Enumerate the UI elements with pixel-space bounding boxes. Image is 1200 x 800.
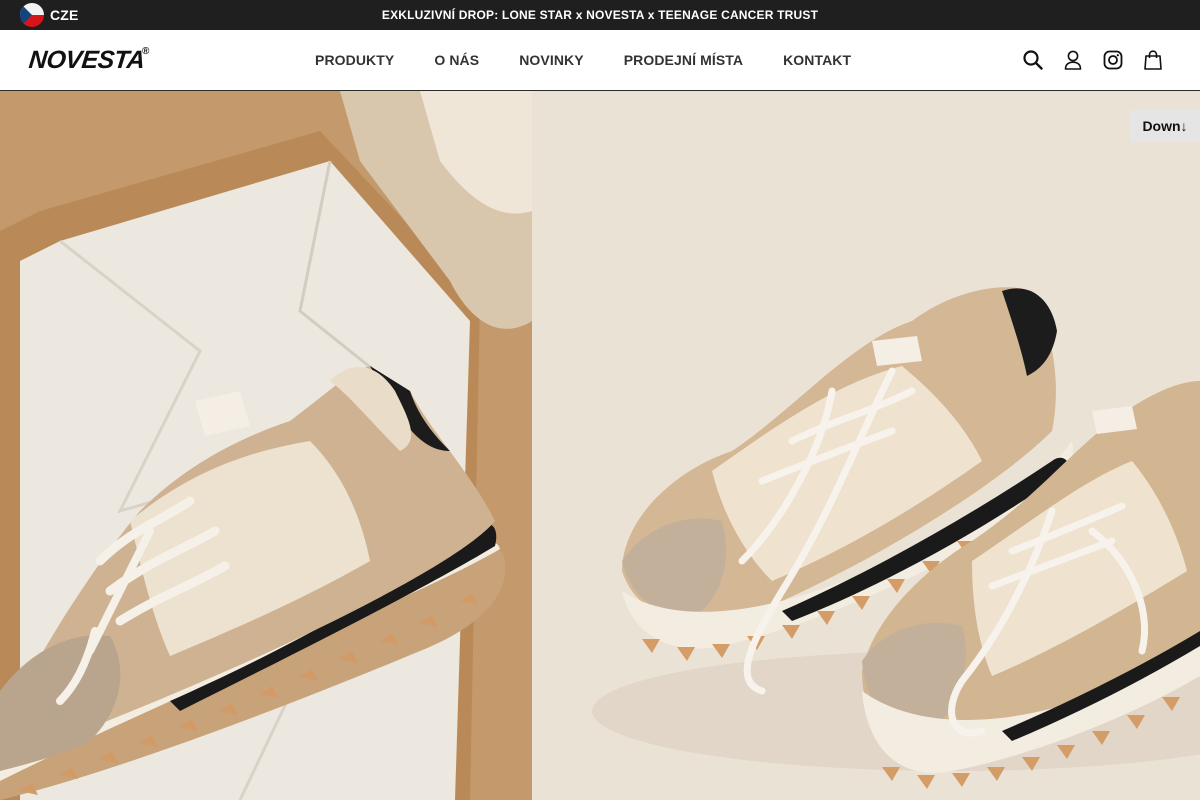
nav-item-prodejni-mista[interactable]: PRODEJNÍ MÍSTA [624,52,743,68]
main-navigation: PRODUKTY O NÁS NOVINKY PRODEJNÍ MÍSTA KO… [315,30,851,90]
search-button[interactable] [1022,49,1044,71]
logo-text: NOVESTA [27,46,146,74]
nav-item-novinky[interactable]: NOVINKY [519,52,584,68]
announcement-text-wrapper: EXKLUZIVNÍ DROP: LONE STAR x NOVESTA x T… [0,0,1200,30]
account-button[interactable] [1062,49,1084,71]
instagram-icon [1103,50,1123,70]
logo-registered-mark: ® [142,46,150,57]
novesta-logo[interactable]: NOVESTA ® [27,46,153,74]
hero-banner: Down↓ [0,91,1200,800]
czech-flag-icon [20,3,44,27]
user-icon [1064,50,1082,70]
nav-item-o-nas[interactable]: O NÁS [434,52,479,68]
hero-image-sneaker-pair [532,91,1200,800]
announcement-link[interactable]: EXKLUZIVNÍ DROP: LONE STAR x NOVESTA x T… [382,8,818,22]
instagram-button[interactable] [1102,49,1124,71]
search-icon [1023,50,1043,70]
nav-item-produkty[interactable]: PRODUKTY [315,52,394,68]
header-icons [1022,30,1164,90]
language-selector[interactable]: CZE [20,3,79,27]
shopping-bag-icon [1144,50,1162,70]
hero-image-sneaker-in-box [0,91,532,800]
cart-button[interactable] [1142,49,1164,71]
announcement-bar: CZE EXKLUZIVNÍ DROP: LONE STAR x NOVESTA… [0,0,1200,30]
sneaker-pair-illustration [532,91,1200,800]
language-label: CZE [50,7,79,23]
nav-item-kontakt[interactable]: KONTAKT [783,52,851,68]
scroll-down-button[interactable]: Down↓ [1130,110,1200,142]
sneaker-in-box-illustration [0,91,532,800]
site-header: NOVESTA ® PRODUKTY O NÁS NOVINKY PRODEJN… [0,30,1200,91]
